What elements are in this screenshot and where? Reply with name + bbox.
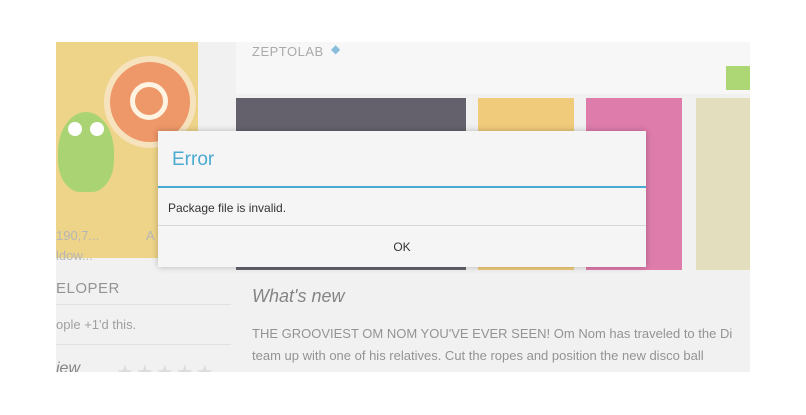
ok-button[interactable]: OK — [158, 226, 646, 267]
dialog-message: Package file is invalid. — [168, 201, 287, 215]
error-dialog: Error Package file is invalid. OK — [158, 131, 646, 267]
dialog-title: Error — [172, 149, 215, 170]
dialog-title-divider — [158, 186, 646, 188]
